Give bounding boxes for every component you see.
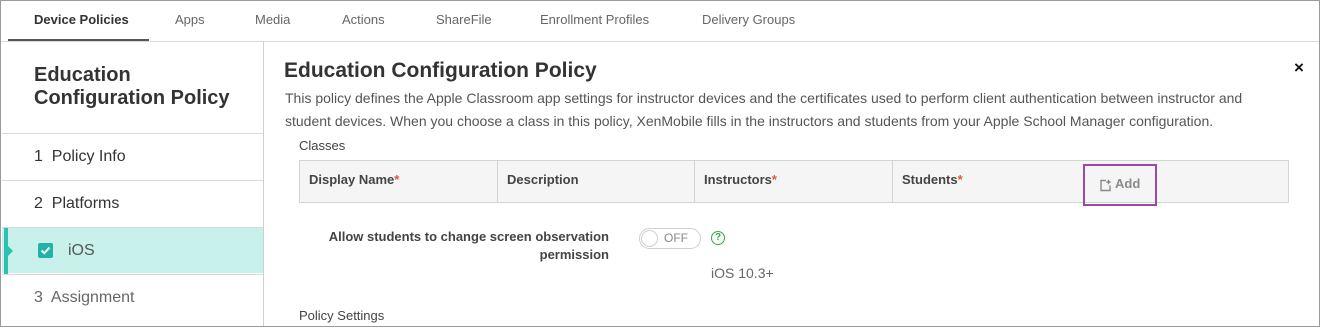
sidebar: Education Configuration Policy 1 Policy …: [2, 42, 264, 326]
policy-settings-label: Policy Settings: [299, 308, 385, 323]
window-frame: Device Policies Apps Media Actions Share…: [0, 0, 1320, 327]
add-class-button[interactable]: Add: [1099, 176, 1141, 192]
page-title: Education Configuration Policy: [284, 59, 597, 82]
sidebar-item-label: 2 Platforms: [34, 195, 120, 212]
sidebar-item-ios[interactable]: iOS: [2, 227, 263, 274]
sidebar-item-assignment[interactable]: 3 Assignment: [2, 274, 263, 320]
sidebar-title: Education Configuration Policy: [34, 64, 230, 109]
toggle-state: OFF: [664, 231, 688, 245]
tab-delivery-groups[interactable]: Delivery Groups: [702, 1, 795, 41]
tab-media[interactable]: Media: [255, 1, 290, 41]
tab-apps[interactable]: Apps: [175, 1, 205, 41]
tab-enrollment-profiles[interactable]: Enrollment Profiles: [540, 1, 649, 41]
checkbox-checked-icon[interactable]: [38, 243, 53, 258]
column-header-instructors: Instructors*: [695, 161, 893, 202]
main-panel: × Education Configuration Policy This po…: [265, 42, 1319, 326]
tab-actions[interactable]: Actions: [342, 1, 385, 41]
column-header-students: Students*: [902, 172, 963, 187]
classes-label: Classes: [299, 138, 346, 153]
sidebar-item-platforms[interactable]: 2 Platforms: [2, 180, 263, 226]
allow-observation-toggle[interactable]: OFF: [639, 228, 701, 249]
os-requirement: iOS 10.3+: [711, 265, 774, 281]
help-icon[interactable]: ?: [711, 231, 725, 245]
allow-observation-label: Allow students to change screen observat…: [328, 229, 609, 262]
sidebar-item-policy-info[interactable]: 1 Policy Info: [2, 133, 263, 179]
tab-sharefile[interactable]: ShareFile: [436, 1, 492, 41]
add-highlight-box: Add: [1083, 164, 1157, 206]
toggle-knob: [641, 230, 658, 247]
sidebar-item-label: 1 Policy Info: [34, 148, 126, 165]
classes-table: Display Name* Description Instructors* S…: [299, 160, 1289, 206]
column-header-display-name: Display Name*: [300, 161, 498, 202]
column-header-description: Description: [498, 161, 695, 202]
sidebar-item-label: iOS: [68, 242, 95, 259]
close-icon[interactable]: ×: [1292, 59, 1306, 77]
tab-device-policies[interactable]: Device Policies: [34, 1, 129, 41]
add-button-label: Add: [1115, 176, 1141, 191]
page-description: This policy defines the Apple Classroom …: [285, 90, 1243, 129]
selection-arrow-icon: [8, 246, 13, 256]
top-nav: Device Policies Apps Media Actions Share…: [1, 1, 1319, 42]
add-icon: [1100, 179, 1111, 192]
active-tab-indicator: [8, 39, 149, 41]
sidebar-item-label: 3 Assignment: [34, 289, 135, 306]
